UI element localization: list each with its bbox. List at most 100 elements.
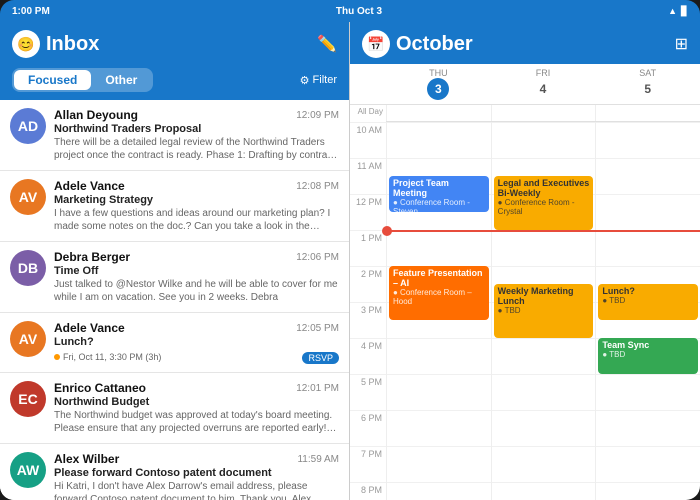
wifi-icon: ▲ [668, 6, 677, 16]
email-sender: Adele Vance [54, 321, 125, 335]
time-slot-label: 4 PM [350, 338, 386, 374]
time-grid: 10 AM11 AM12 PM1 PM2 PM3 PM4 PM5 PM6 PM7… [350, 122, 700, 500]
email-time: 12:06 PM [296, 252, 339, 263]
email-sender: Allan Deyoung [54, 108, 138, 122]
filter-button[interactable]: ⚙ Filter [300, 74, 337, 87]
event-sub: ● Conference Room – Hood [393, 288, 485, 306]
allday-label: All Day [350, 105, 386, 122]
inbox-panel: 😊 Inbox ✏️ Focused Other ⚙ Filter AD [0, 22, 350, 500]
email-content: Adele Vance 12:05 PM Lunch? Fri, Oct 11,… [54, 321, 339, 364]
calendar-grid-icon[interactable]: ⊞ [675, 34, 688, 54]
grid-columns: Project Team Meeting ● Conference Room -… [386, 122, 700, 500]
allday-row: All Day [350, 105, 700, 122]
day-num[interactable]: 5 [637, 78, 659, 100]
time-slot-label: 11 AM [350, 158, 386, 194]
calendar-header: 📅 October ⊞ [350, 22, 700, 64]
event-title: Weekly Marketing Lunch [498, 286, 590, 306]
device-frame: 1:00 PM Thu Oct 3 ▲ ▊ 😊 Inbox ✏️ Focused… [0, 0, 700, 500]
calendar-event[interactable]: Weekly Marketing Lunch ● TBD [494, 284, 594, 338]
email-content: Allan Deyoung 12:09 PM Northwind Traders… [54, 108, 339, 162]
calendar-event[interactable]: Legal and Executives Bi-Weekly ● Confere… [494, 176, 594, 230]
calendar-event[interactable]: Feature Presentation – AI ● Conference R… [389, 266, 489, 320]
inbox-header: 😊 Inbox ✏️ [0, 22, 349, 64]
time-line [387, 446, 491, 482]
rsvp-badge[interactable]: RSVP [302, 352, 339, 364]
calendar-event[interactable]: Project Team Meeting ● Conference Room -… [389, 176, 489, 212]
event-title: Lunch? [602, 286, 694, 296]
email-subject: Time Off [54, 265, 339, 277]
time-line [492, 374, 596, 410]
time-line [492, 122, 596, 158]
email-header-row: Adele Vance 12:05 PM [54, 321, 339, 335]
email-preview: The Northwind budget was approved at tod… [54, 409, 339, 435]
day-header-row: Thu 3 Fri 4 Sat 5 [350, 64, 700, 105]
event-title: Team Sync [602, 340, 694, 350]
time-line [492, 230, 596, 266]
email-item[interactable]: DB Debra Berger 12:06 PM Time Off Just t… [0, 242, 349, 313]
time-slot-label: 10 AM [350, 122, 386, 158]
calendar-app-icon: 📅 [362, 30, 390, 58]
time-line [387, 482, 491, 500]
filter-label: Filter [313, 74, 337, 86]
email-time: 12:01 PM [296, 383, 339, 394]
email-avatar: EC [10, 381, 46, 417]
status-date: Thu Oct 3 [336, 6, 382, 17]
email-time: 11:59 AM [297, 454, 339, 465]
calendar-month-label: October [396, 33, 473, 56]
email-header-row: Adele Vance 12:08 PM [54, 179, 339, 193]
tab-group: Focused Other [12, 68, 153, 92]
day-col-header-1: Fri 4 [491, 64, 596, 104]
event-sub: ● TBD [602, 350, 694, 359]
time-line [387, 338, 491, 374]
email-time: 12:09 PM [296, 110, 339, 121]
status-bar: 1:00 PM Thu Oct 3 ▲ ▊ [0, 0, 700, 22]
allday-col-0 [386, 105, 491, 121]
email-sender: Enrico Cattaneo [54, 381, 146, 395]
day-label: Sat [595, 68, 700, 78]
email-header-row: Alex Wilber 11:59 AM [54, 452, 339, 466]
email-avatar: AD [10, 108, 46, 144]
email-subject: Lunch? [54, 336, 339, 348]
email-subject: Northwind Traders Proposal [54, 123, 339, 135]
email-sender: Alex Wilber [54, 452, 119, 466]
time-slot-label: 2 PM [350, 266, 386, 302]
day-num[interactable]: 4 [532, 78, 554, 100]
email-time: 12:05 PM [296, 323, 339, 334]
time-line [596, 158, 700, 194]
email-item[interactable]: AV Adele Vance 12:08 PM Marketing Strate… [0, 171, 349, 242]
day-label: Thu [386, 68, 491, 78]
compose-icon[interactable]: ✏️ [317, 34, 337, 54]
tab-focused[interactable]: Focused [14, 70, 91, 90]
time-slot-label: 5 PM [350, 374, 386, 410]
time-line [596, 374, 700, 410]
grid-col-2: Lunch? ● TBD Team Sync ● TBD [595, 122, 700, 500]
email-content: Debra Berger 12:06 PM Time Off Just talk… [54, 250, 339, 304]
email-preview: Hi Katri, I don't have Alex Darrow's ema… [54, 480, 339, 500]
email-avatar: AV [10, 179, 46, 215]
email-item[interactable]: EC Enrico Cattaneo 12:01 PM Northwind Bu… [0, 373, 349, 444]
calendar-event[interactable]: Team Sync ● TBD [598, 338, 698, 374]
time-line [596, 230, 700, 266]
email-subject: Marketing Strategy [54, 194, 339, 206]
allday-col-2 [595, 105, 700, 121]
calendar-event[interactable]: Lunch? ● TBD [598, 284, 698, 320]
profile-avatar[interactable]: 😊 [12, 30, 40, 58]
time-slot-label: 3 PM [350, 302, 386, 338]
email-content: Adele Vance 12:08 PM Marketing Strategy … [54, 179, 339, 233]
time-slot-label: 8 PM [350, 482, 386, 500]
email-item[interactable]: AV Adele Vance 12:05 PM Lunch? Fri, Oct … [0, 313, 349, 373]
day-num: 3 [427, 78, 449, 100]
email-item[interactable]: AD Allan Deyoung 12:09 PM Northwind Trad… [0, 100, 349, 171]
event-title: Feature Presentation – AI [393, 268, 485, 288]
email-item[interactable]: AW Alex Wilber 11:59 AM Please forward C… [0, 444, 349, 500]
time-line [387, 122, 491, 158]
day-col-header-0: Thu 3 [386, 64, 491, 104]
email-tag: Fri, Oct 11, 3:30 PM (3h) RSVP [54, 350, 339, 364]
time-slot-label: 1 PM [350, 230, 386, 266]
time-line [492, 410, 596, 446]
time-slot-label: 7 PM [350, 446, 386, 482]
time-line [387, 374, 491, 410]
tab-other[interactable]: Other [91, 70, 151, 90]
day-col-header-2: Sat 5 [595, 64, 700, 104]
calendar-top-icons: ⊞ [675, 34, 688, 54]
